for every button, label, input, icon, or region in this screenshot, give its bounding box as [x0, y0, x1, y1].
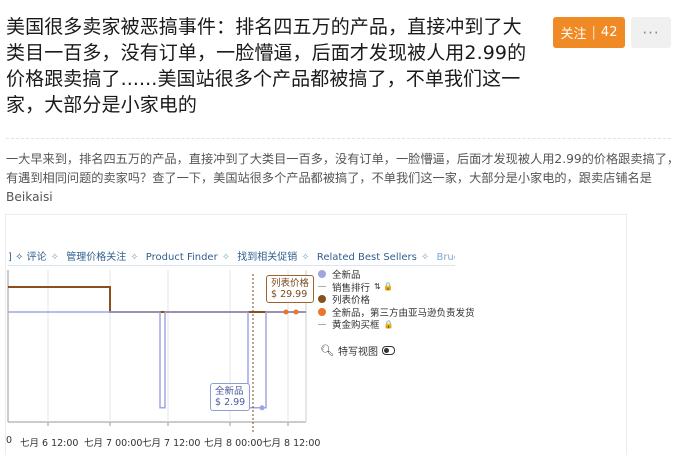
follow-button[interactable]: 关注 | 42: [553, 17, 625, 48]
follow-count: 42: [600, 25, 618, 40]
close-up-view-toggle[interactable]: 🔍︎ 特写视图: [320, 343, 395, 358]
x-tick-label: 七月 7 00:00: [84, 438, 143, 449]
magnifier-icon: 🔍︎: [320, 344, 334, 357]
x-tick-label: 0: [6, 435, 13, 446]
legend-dot-icon: [318, 307, 326, 316]
point-new-fba: [283, 309, 289, 315]
chart-series: [8, 274, 306, 434]
legend-dot-icon: [318, 270, 326, 279]
nav-item-user[interactable]: Bruceshang: [436, 252, 455, 263]
point-new-price: [259, 405, 265, 411]
point-new-fba: [293, 309, 299, 315]
tooltip-list-label: 列表价格: [271, 278, 310, 289]
more-icon: ···: [642, 23, 660, 42]
tooltip-new-label: 全新品: [215, 386, 244, 397]
post-body: 一大早来到，排名四五万的产品，直接冲到了大类目一百多，没有订单，一脸懵逼，后面才…: [6, 152, 680, 204]
x-tick-label: 七月 8 00:00: [204, 438, 263, 449]
legend-item-new-fba[interactable]: 全新品，第三方由亚马逊负责发货: [318, 306, 475, 319]
post-title: 美国很多卖家被恶搞事件：排名四五万的产品，直接冲到了大类目一百多，没有订单，一脸…: [6, 16, 527, 116]
chart-legend: 全新品 销售排行 ⇅ 🔒 列表价格 全新品，第三方由亚马逊负责发货 黄金购买框 🔒: [318, 268, 475, 331]
list-price-tooltip: 列表价格 $ 29.99: [266, 275, 315, 303]
legend-item-list-price[interactable]: 列表价格: [318, 293, 475, 306]
nav-item-related-best-sellers[interactable]: Related Best Sellers: [317, 252, 417, 263]
x-tick-label: 七月 6 12:00: [20, 438, 79, 449]
series-new-price-line: [8, 311, 306, 409]
new-price-tooltip: 全新品 $ 2.99: [210, 383, 251, 411]
nav-separator-icon: ✧: [420, 252, 430, 263]
tooltip-list-value: $ 29.99: [271, 289, 308, 300]
sort-lock-icon: ⇅ 🔒: [374, 282, 394, 292]
lock-icon: 🔒: [383, 319, 394, 329]
follow-label: 关注: [560, 27, 587, 42]
legend-item-sales-rank[interactable]: 销售排行 ⇅ 🔒: [318, 281, 475, 294]
legend-item-new[interactable]: 全新品: [318, 268, 475, 281]
x-tick-label: 七月 7 12:00: [142, 438, 201, 449]
chart-grid: [7, 270, 307, 426]
series-list-price-line: [8, 286, 306, 313]
legend-label: 黄金购买框: [332, 320, 380, 332]
toggle-icon: [381, 346, 395, 355]
legend-dash-icon: [318, 286, 326, 288]
legend-item-buybox[interactable]: 黄金购买框 🔒: [318, 318, 475, 331]
more-options-button[interactable]: ···: [631, 17, 671, 48]
x-tick-label: 七月 8 12:00: [262, 438, 321, 449]
follow-separator: |: [591, 25, 596, 40]
legend-dash-icon: [318, 323, 326, 325]
divider: [6, 138, 671, 139]
close-up-label: 特写视图: [337, 347, 378, 358]
legend-dot-icon: [318, 295, 326, 304]
tooltip-new-value: $ 2.99: [215, 397, 246, 408]
